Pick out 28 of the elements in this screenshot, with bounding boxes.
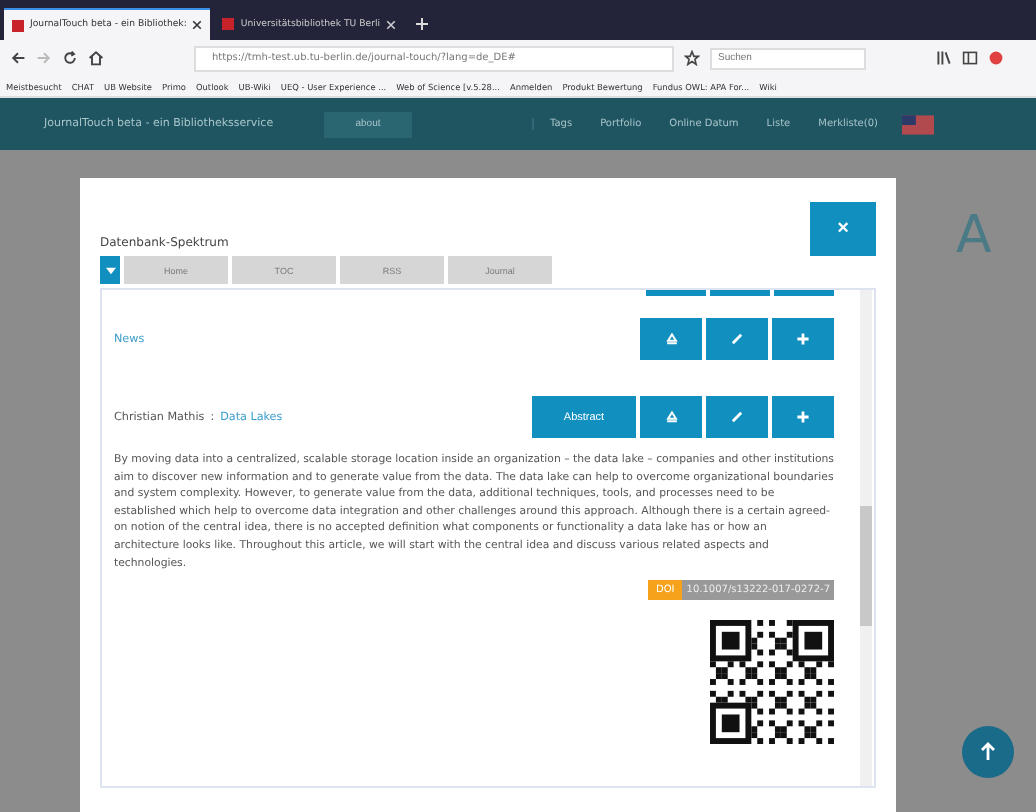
- favicon-icon: [12, 19, 24, 31]
- sidebar-icon[interactable]: [962, 50, 978, 66]
- pencil-icon: [730, 332, 744, 346]
- back-icon[interactable]: [10, 50, 26, 66]
- pencil-icon: [730, 410, 744, 424]
- plus-icon: [796, 332, 810, 346]
- bookmark-star-icon[interactable]: [684, 50, 700, 66]
- plus-button[interactable]: [772, 396, 834, 438]
- arrow-up-icon: [978, 742, 998, 762]
- triangle-icon: [663, 409, 679, 425]
- triangle-icon: [663, 331, 679, 347]
- home-icon[interactable]: [88, 50, 104, 66]
- library-icon[interactable]: [936, 50, 952, 66]
- close-icon[interactable]: [192, 20, 203, 30]
- close-button[interactable]: ×: [810, 202, 876, 256]
- plus-icon: [796, 410, 810, 424]
- background-letter: A: [956, 206, 992, 266]
- reload-icon[interactable]: [62, 50, 78, 66]
- new-tab-icon[interactable]: [416, 18, 429, 30]
- qr-code: [710, 620, 834, 745]
- toggle-button[interactable]: [100, 256, 120, 284]
- scroll-up-button[interactable]: [962, 726, 1014, 778]
- caret-icon: [105, 265, 115, 275]
- scrollbar[interactable]: [860, 290, 872, 786]
- addon-icon[interactable]: [988, 50, 1004, 66]
- flag-icon[interactable]: [901, 111, 934, 137]
- plus-button[interactable]: [772, 318, 834, 360]
- favicon-icon: [222, 18, 235, 30]
